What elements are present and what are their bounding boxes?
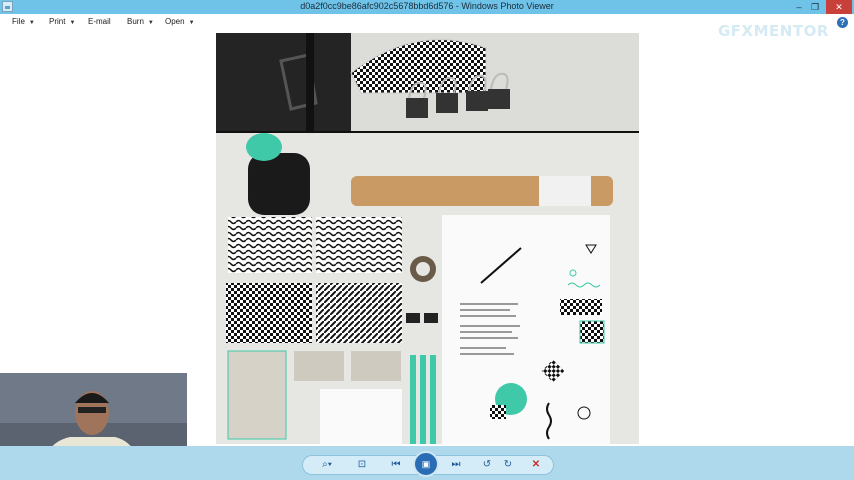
menu-email[interactable]: E-mail [88, 17, 111, 26]
menu-open[interactable]: Open ▼ [165, 17, 195, 26]
menu-print[interactable]: Print ▼ [49, 17, 75, 26]
menu-burn-label: Burn [127, 17, 144, 26]
menu-file-label: File [12, 17, 25, 26]
help-icon[interactable]: ? [837, 17, 848, 28]
menu-burn[interactable]: Burn ▼ [127, 17, 154, 26]
branding-mockup-image [216, 33, 639, 444]
displayed-photo[interactable] [216, 33, 639, 444]
menu-file[interactable]: File ▼ [12, 17, 35, 26]
menu-print-label: Print [49, 17, 66, 26]
slideshow-icon[interactable]: ▣ [413, 451, 439, 477]
chevron-down-icon: ▼ [147, 20, 154, 26]
close-button[interactable]: ✕ [826, 0, 852, 14]
delete-icon[interactable]: ✕ [528, 456, 544, 473]
chevron-down-icon: ▼ [188, 20, 195, 26]
gfxmentor-watermark-logo: GFXMENTOR [718, 22, 829, 40]
previous-icon[interactable]: ⏮ [386, 456, 406, 473]
maximize-button[interactable]: ❐ [808, 0, 822, 14]
title-bar: d0a2f0cc9be86afc902c5678bbd6d576 - Windo… [0, 0, 854, 14]
rotate-left-icon[interactable]: ↺ [479, 456, 495, 473]
menu-email-label: E-mail [88, 17, 111, 26]
chevron-down-icon: ▼ [28, 20, 35, 26]
actual-size-icon[interactable]: ⊡ [354, 456, 370, 473]
chevron-down-icon: ▼ [69, 20, 76, 26]
window-title: d0a2f0cc9be86afc902c5678bbd6d576 - Windo… [300, 1, 554, 11]
minimize-button[interactable]: – [792, 0, 806, 14]
menu-open-label: Open [165, 17, 185, 26]
next-icon[interactable]: ⏭ [446, 456, 466, 473]
zoom-icon[interactable]: ⌕▾ [315, 456, 339, 473]
rotate-right-icon[interactable]: ↻ [500, 456, 516, 473]
